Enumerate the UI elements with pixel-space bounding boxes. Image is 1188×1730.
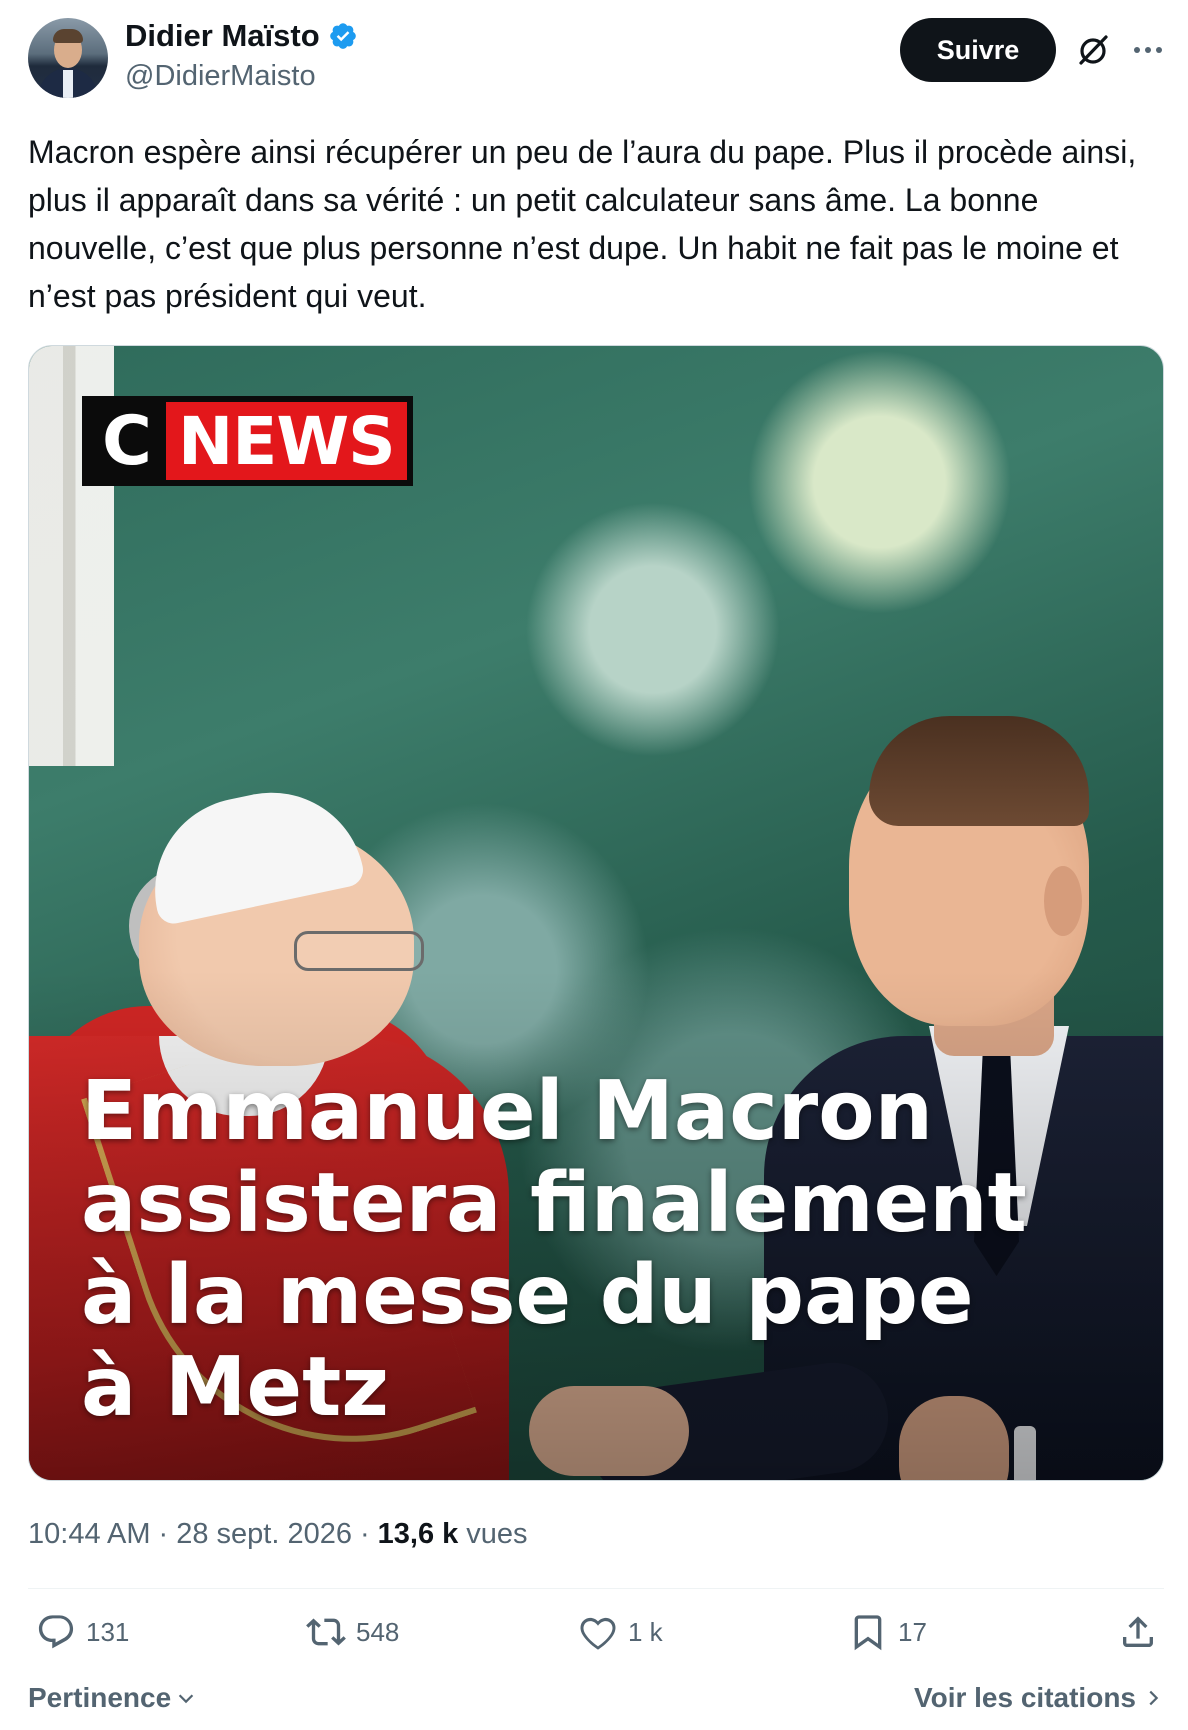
reply-icon (38, 1615, 74, 1649)
tweet-time[interactable]: 10:44 AM (28, 1518, 151, 1551)
divider (28, 1588, 1164, 1589)
more-options-icon[interactable] (1128, 30, 1168, 70)
bookmark-icon (854, 1615, 882, 1651)
bookmark-button[interactable]: 17 (848, 1612, 927, 1652)
share-icon (1123, 1616, 1153, 1647)
chevron-down-icon (178, 1694, 194, 1704)
tweet-date[interactable]: 28 sept. 2026 (176, 1518, 352, 1551)
bookmark-count: 17 (898, 1616, 927, 1647)
cnews-logo: C NEWS (82, 396, 413, 486)
sort-label: Pertinence (28, 1682, 172, 1713)
share-button[interactable] (1118, 1612, 1158, 1652)
retweet-button[interactable]: 548 (306, 1612, 399, 1652)
retweet-count: 548 (356, 1616, 400, 1647)
meta-separator: · (158, 1518, 169, 1550)
views-label: vues (466, 1518, 528, 1550)
view-quotes-link[interactable]: Voir les citations (914, 1682, 1164, 1714)
like-count: 1 k (628, 1616, 663, 1647)
avatar[interactable] (28, 18, 108, 98)
tweet-meta: 10:44 AM · 28 sept. 2026 · 13,6 k vues (28, 1518, 528, 1551)
views-count: 13,6 k (377, 1518, 459, 1550)
sort-dropdown[interactable]: Pertinence (28, 1682, 197, 1714)
quotes-label: Voir les citations (914, 1682, 1136, 1713)
media-headline: Emmanuel Macron assistera finalement à l… (81, 1064, 1027, 1435)
retweet-icon (306, 1618, 346, 1646)
grok-icon[interactable] (1073, 30, 1113, 70)
reply-count: 131 (86, 1616, 130, 1647)
author-name-row: Didier Maïsto (125, 18, 358, 54)
action-bar: 131 548 1 k 17 (28, 1612, 1164, 1672)
verified-badge-icon (329, 23, 356, 49)
like-button[interactable]: 1 k (578, 1612, 663, 1652)
follow-button[interactable]: Suivre (900, 18, 1056, 82)
tweet-media-image[interactable]: C NEWS Emmanuel Macron assistera finalem… (28, 345, 1164, 1481)
heart-icon (580, 1617, 616, 1650)
meta-separator: · (359, 1518, 370, 1550)
tweet: Didier Maïsto @DidierMaisto Suivre Macro… (0, 0, 1188, 1730)
reply-button[interactable]: 131 (36, 1612, 129, 1652)
chevron-right-icon (1149, 1690, 1159, 1706)
author-display-name[interactable]: Didier Maïsto (125, 18, 320, 54)
author-handle[interactable]: @DidierMaisto (125, 60, 316, 93)
tweet-text: Macron espère ainsi récupérer un peu de … (28, 134, 1137, 314)
